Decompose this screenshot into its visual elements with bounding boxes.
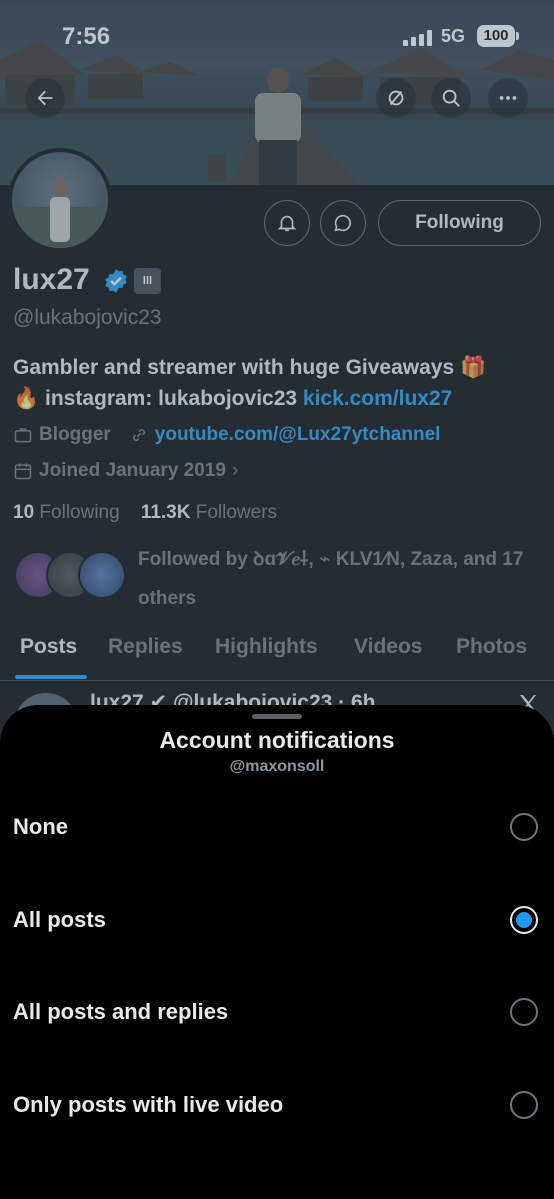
option-label: None [13,814,68,839]
option-none[interactable]: None [0,797,554,857]
option-all-posts[interactable]: All posts [0,890,554,950]
radio-button[interactable] [510,1091,538,1119]
option-live-video[interactable]: Only posts with live video [0,1075,554,1135]
option-label: All posts [13,907,106,932]
sheet-grabber[interactable] [252,714,302,719]
option-label: All posts and replies [13,999,229,1024]
option-all-posts-and-replies[interactable]: All posts and replies [0,982,554,1042]
sheet-title: Account notifications [159,727,395,753]
radio-button-selected[interactable] [510,906,538,934]
sheet-subtitle: @maxonsoll [229,758,325,775]
notifications-sheet: Account notifications @maxonsoll None Al… [0,705,554,1199]
option-label: Only posts with live video [13,1092,284,1117]
radio-button[interactable] [510,813,538,841]
radio-button[interactable] [510,998,538,1026]
